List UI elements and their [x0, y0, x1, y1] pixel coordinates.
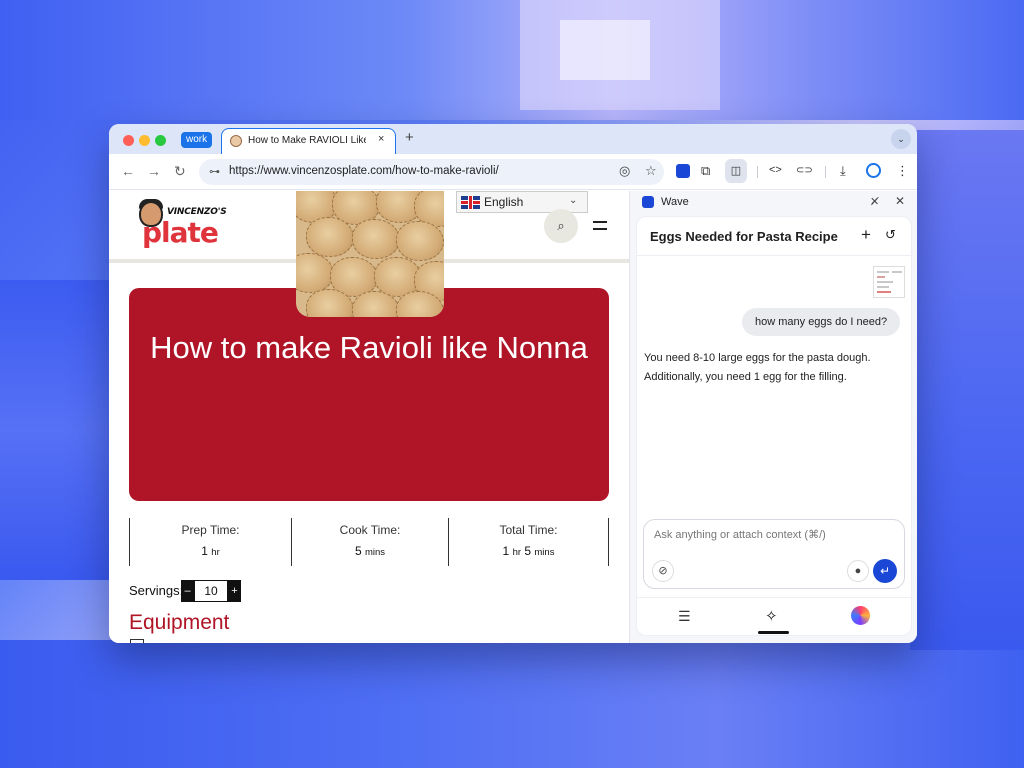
- prep-time-unit: hr: [211, 547, 220, 558]
- recipe-title: How to make Ravioli like Nonna: [150, 330, 588, 365]
- paperclip-icon[interactable]: ⊘: [652, 560, 674, 582]
- recipe-times: Prep Time: 1 hr Cook Time: 5 mins Total …: [129, 518, 609, 566]
- site-favicon-icon: [230, 135, 242, 147]
- link-icon[interactable]: ⊂⊃: [796, 165, 813, 176]
- tab-strip: work How to Make RAVIOLI Like Nonna × + …: [109, 124, 917, 154]
- wave-logo-icon: [642, 196, 654, 208]
- prep-time: Prep Time: 1 hr: [129, 518, 291, 566]
- unpin-icon[interactable]: ✕̸: [870, 195, 879, 208]
- total-time-label: Total Time:: [499, 523, 558, 537]
- tab-search-button[interactable]: ⌄: [891, 129, 911, 149]
- forward-button[interactable]: →: [147, 163, 161, 179]
- total-time-unit-2: mins: [534, 547, 555, 558]
- prep-time-value: 1: [201, 544, 208, 558]
- send-button[interactable]: ↵: [873, 559, 897, 583]
- chat-card: Eggs Needed for Pasta Recipe + ↺ how man…: [636, 216, 913, 636]
- site-info-icon[interactable]: ⊶: [209, 165, 220, 178]
- servings-increase-button[interactable]: +: [228, 580, 241, 602]
- cook-time: Cook Time: 5 mins: [291, 518, 448, 566]
- prep-time-label: Prep Time:: [181, 523, 240, 537]
- browser-toolbar: ← → ↻ ⊶ https://www.vincenzosplate.com/h…: [109, 154, 917, 190]
- chevron-down-icon: ⌄: [569, 195, 578, 206]
- total-time-value: 1: [502, 544, 510, 558]
- new-tab-button[interactable]: +: [405, 129, 414, 146]
- assistant-line: Additionally, you need 1 egg for the fil…: [644, 371, 847, 383]
- browser-window: work How to Make RAVIOLI Like Nonna × + …: [109, 124, 917, 643]
- reload-button[interactable]: ↻: [174, 163, 186, 180]
- profile-avatar-icon[interactable]: [866, 163, 881, 178]
- chat-header-divider: [637, 255, 913, 256]
- web-page: VINCENZO'S plate English ⌄ ⌕ How to make…: [109, 191, 629, 643]
- active-nav-indicator: [758, 631, 789, 634]
- hamburger-menu-icon[interactable]: [593, 221, 607, 230]
- recipe-hero-card: [129, 288, 609, 501]
- chat-title: Eggs Needed for Pasta Recipe: [650, 229, 838, 244]
- minimize-window-button[interactable]: [139, 135, 150, 146]
- download-icon[interactable]: ⤓: [840, 163, 846, 179]
- assistant-line: You need 8-10 large eggs for the pasta d…: [644, 352, 871, 364]
- list-view-icon[interactable]: ☰: [678, 608, 691, 625]
- total-time: Total Time: 1 hr 5 mins: [448, 518, 609, 566]
- zoom-window-button[interactable]: [155, 135, 166, 146]
- search-button[interactable]: ⌕: [544, 209, 578, 243]
- logo-wordmark[interactable]: plate: [142, 216, 219, 249]
- browser-menu-icon[interactable]: ⋮: [896, 163, 909, 179]
- close-window-button[interactable]: [123, 135, 134, 146]
- cook-time-label: Cook Time:: [339, 523, 401, 537]
- ravioli-photo: [296, 191, 444, 317]
- close-panel-icon[interactable]: ✕: [895, 194, 905, 208]
- bookmark-star-icon[interactable]: ☆: [645, 163, 657, 179]
- bottom-nav-divider: [637, 597, 913, 598]
- tab-title: How to Make RAVIOLI Like Nonna: [248, 135, 366, 146]
- uk-flag-icon: [461, 196, 480, 209]
- tab-group-chip[interactable]: work: [181, 132, 213, 148]
- extensions-icon[interactable]: ⧉: [701, 163, 710, 179]
- toolbar-divider: [757, 166, 758, 178]
- cook-time-unit: mins: [364, 547, 386, 558]
- tab-close-icon[interactable]: ×: [378, 133, 384, 145]
- servings-decrease-button[interactable]: –: [181, 580, 194, 602]
- back-button[interactable]: ←: [121, 163, 135, 179]
- active-tab[interactable]: How to Make RAVIOLI Like Nonna ×: [221, 128, 396, 154]
- total-time-value-2: 5: [524, 544, 532, 558]
- wave-extension-icon[interactable]: [676, 164, 690, 178]
- composer-placeholder[interactable]: Ask anything or attach context (⌘/): [654, 528, 826, 541]
- equipment-checkbox[interactable]: [130, 639, 144, 643]
- total-time-unit: hr: [512, 547, 522, 558]
- language-label: English: [484, 195, 524, 209]
- toolbar-divider: [825, 166, 826, 178]
- cook-time-value: 5: [354, 544, 362, 558]
- equipment-heading: Equipment: [129, 611, 230, 634]
- microphone-icon[interactable]: ●: [847, 560, 869, 582]
- message-composer[interactable]: Ask anything or attach context (⌘/) ⊘ ● …: [643, 519, 905, 589]
- assistant-message: You need 8-10 large eggs for the pasta d…: [644, 349, 904, 387]
- sparkle-icon[interactable]: ✧: [765, 607, 778, 625]
- new-chat-button[interactable]: +: [861, 225, 871, 245]
- wave-side-panel: Wave ✕̸ ✕ Eggs Needed for Pasta Recipe +…: [630, 191, 917, 643]
- gradient-orb-icon[interactable]: [851, 606, 870, 625]
- side-panel-toggle-icon[interactable]: ◫: [725, 159, 747, 183]
- history-icon[interactable]: ↺: [885, 227, 896, 243]
- servings-input[interactable]: 10: [194, 580, 228, 602]
- side-panel-title: Wave: [661, 196, 689, 208]
- url-text[interactable]: https://www.vincenzosplate.com/how-to-ma…: [229, 165, 499, 177]
- user-message: how many eggs do I need?: [742, 308, 901, 336]
- code-icon[interactable]: <>: [769, 164, 782, 176]
- address-bar[interactable]: ⊶ https://www.vincenzosplate.com/how-to-…: [199, 159, 664, 185]
- servings-label: Servings:: [129, 583, 184, 598]
- eye-off-icon[interactable]: ◎: [619, 163, 630, 179]
- attached-page-thumbnail[interactable]: [873, 266, 905, 298]
